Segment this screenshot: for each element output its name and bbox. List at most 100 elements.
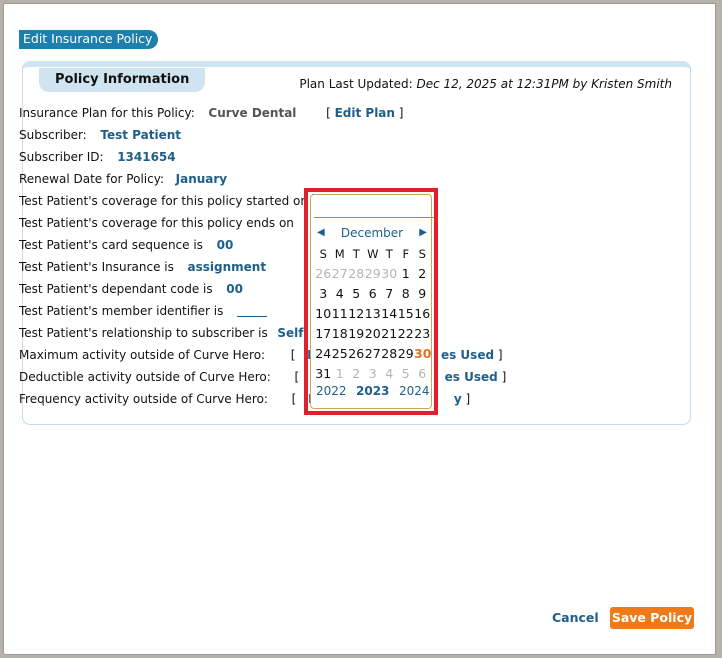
row-insurance-plan: Insurance Plan for this Policy: Curve De… <box>19 105 403 121</box>
calendar-day[interactable]: 31 <box>315 365 332 385</box>
edit-insurance-policy-dialog: Edit Insurance Policy Policy Information… <box>3 3 716 655</box>
calendar-day[interactable]: 28 <box>381 345 398 365</box>
calendar-date-input-underline[interactable] <box>314 201 434 218</box>
calendar-day[interactable]: 15 <box>398 305 415 325</box>
calendar-day[interactable]: 19 <box>348 325 365 345</box>
card-seq-label: Test Patient's card sequence is <box>19 238 203 252</box>
calendar-day: 30 <box>381 266 398 281</box>
calendar-day[interactable]: 24 <box>315 345 332 365</box>
row-renewal-date: Renewal Date for Policy: January <box>19 171 227 187</box>
last-updated-label: Plan Last Updated: <box>299 77 413 91</box>
plan-label: Insurance Plan for this Policy: <box>19 106 195 120</box>
calendar-day[interactable]: 21 <box>381 325 398 345</box>
calendar-day: 5 <box>401 366 410 381</box>
plan-last-updated: Plan Last Updated: Dec 12, 2025 at 12:31… <box>299 77 672 91</box>
calendar-day[interactable]: 18 <box>332 325 349 345</box>
member-label: Test Patient's member identifier is <box>19 304 224 318</box>
calendar-day[interactable]: 20 <box>365 325 382 345</box>
renewal-value[interactable]: January <box>176 172 228 186</box>
calendar-day: 27 <box>331 266 348 281</box>
deductible-link-tail[interactable]: es Used <box>445 370 498 384</box>
calendar-day[interactable]: 14 <box>381 305 398 325</box>
calendar-day[interactable]: 3 <box>315 285 332 305</box>
calendar-day[interactable]: 17 <box>315 325 332 345</box>
weekday-header: M <box>334 247 345 261</box>
max-activity-link-tail[interactable]: es Used <box>441 348 494 362</box>
calendar-day[interactable]: 10 <box>315 305 332 325</box>
year-current[interactable]: 2023 <box>356 383 389 399</box>
calendar-highlight-box: ◀ December ▶ S M T W T F S 26 27 28 29 30 1 2 3 4 5 6 7 8 9 1… <box>304 188 438 415</box>
calendar-day[interactable]: 5 <box>348 285 365 305</box>
insurance-label: Test Patient's Insurance is <box>19 260 174 274</box>
row-dependant-code: Test Patient's dependant code is 00 <box>19 281 243 297</box>
card-seq-value[interactable]: 00 <box>217 238 234 252</box>
calendar-day[interactable]: 25 <box>332 345 349 365</box>
calendar-day-grid: S M T W T F S 26 27 28 29 30 1 2 3 4 5 6 7 8 9 10 11 12 13 14 15 16… <box>315 245 431 385</box>
calendar-day[interactable]: 23 <box>414 325 431 345</box>
weekday-header: W <box>367 247 379 261</box>
row-card-sequence: Test Patient's card sequence is 00 <box>19 237 233 253</box>
cancel-button[interactable]: Cancel <box>552 610 599 626</box>
calendar-day: 4 <box>385 366 394 381</box>
date-picker-calendar: ◀ December ▶ S M T W T F S 26 27 28 29 30 1 2 3 4 5 6 7 8 9 1… <box>310 194 434 409</box>
insurance-value[interactable]: assignment <box>188 260 267 274</box>
member-identifier-input[interactable] <box>237 307 268 317</box>
calendar-day: 28 <box>348 266 365 281</box>
calendar-day[interactable]: 1 <box>398 265 415 285</box>
frequency-bracket-close: ] <box>465 392 471 406</box>
row-coverage-end: Test Patient's coverage for this policy … <box>19 215 294 231</box>
year-prev[interactable]: 2022 <box>316 383 347 399</box>
save-policy-button[interactable]: Save Policy <box>610 607 694 629</box>
calendar-day: 6 <box>418 366 427 381</box>
calendar-day: 29 <box>364 266 381 281</box>
row-member-identifier: Test Patient's member identifier is <box>19 303 268 319</box>
subscriber-id-label: Subscriber ID: <box>19 150 104 164</box>
deductible-bracket-close: ] <box>501 370 507 384</box>
max-activity-bracket-close: ] <box>497 348 503 362</box>
calendar-day[interactable]: 22 <box>398 325 415 345</box>
row-relationship: Test Patient's relationship to subscribe… <box>19 325 304 341</box>
weekday-header: S <box>319 247 327 261</box>
calendar-day[interactable]: 13 <box>365 305 382 325</box>
calendar-day[interactable]: 2 <box>414 265 431 285</box>
plan-value: Curve Dental <box>208 106 297 120</box>
relationship-value[interactable]: Self <box>277 326 303 340</box>
calendar-month-name: December <box>340 226 404 240</box>
frequency-bracket-open: [ <box>291 392 297 406</box>
subscriber-value: Test Patient <box>100 128 182 142</box>
calendar-day[interactable]: 29 <box>398 345 415 365</box>
coverage-start-label: Test Patient's coverage for this policy … <box>19 194 308 208</box>
calendar-day[interactable]: 8 <box>398 285 415 305</box>
year-next[interactable]: 2024 <box>399 383 430 399</box>
calendar-day[interactable]: 26 <box>348 345 365 365</box>
subscriber-id-value: 1341654 <box>117 150 176 164</box>
calendar-day[interactable]: 4 <box>332 285 349 305</box>
calendar-day-selected[interactable]: 30 <box>414 345 431 365</box>
row-insurance-type: Test Patient's Insurance is assignment <box>19 259 266 275</box>
calendar-day[interactable]: 12 <box>348 305 365 325</box>
panel-tab-policy-information: Policy Information <box>39 68 206 92</box>
weekday-header: S <box>418 247 426 261</box>
max-activity-bracket-open: [ <box>290 348 296 362</box>
calendar-day[interactable]: 7 <box>381 285 398 305</box>
edit-plan-link[interactable]: Edit Plan <box>335 106 395 120</box>
calendar-day[interactable]: 11 <box>332 305 349 325</box>
edit-plan-bracket-close: ] <box>398 106 404 120</box>
frequency-label: Frequency activity outside of Curve Hero… <box>19 392 268 406</box>
calendar-day[interactable]: 16 <box>414 305 431 325</box>
calendar-day[interactable]: 6 <box>365 285 382 305</box>
last-updated-value: Dec 12, 2025 at 12:31PM by Kristen Smith <box>416 77 672 91</box>
triangle-right-icon[interactable]: ▶ <box>419 225 427 241</box>
calendar-day[interactable]: 9 <box>414 285 431 305</box>
calendar-day: 1 <box>335 366 344 381</box>
weekday-header: F <box>402 247 410 261</box>
dependant-value[interactable]: 00 <box>226 282 243 296</box>
row-subscriber-id: Subscriber ID: 1341654 <box>19 149 176 165</box>
max-activity-label: Maximum activity outside of Curve Hero: <box>19 348 266 362</box>
dependant-label: Test Patient's dependant code is <box>19 282 213 296</box>
calendar-day: 3 <box>368 366 377 381</box>
weekday-header: T <box>385 247 393 261</box>
calendar-day: 26 <box>315 266 332 281</box>
calendar-day[interactable]: 27 <box>365 345 382 365</box>
frequency-link-tail[interactable]: y <box>454 392 462 406</box>
